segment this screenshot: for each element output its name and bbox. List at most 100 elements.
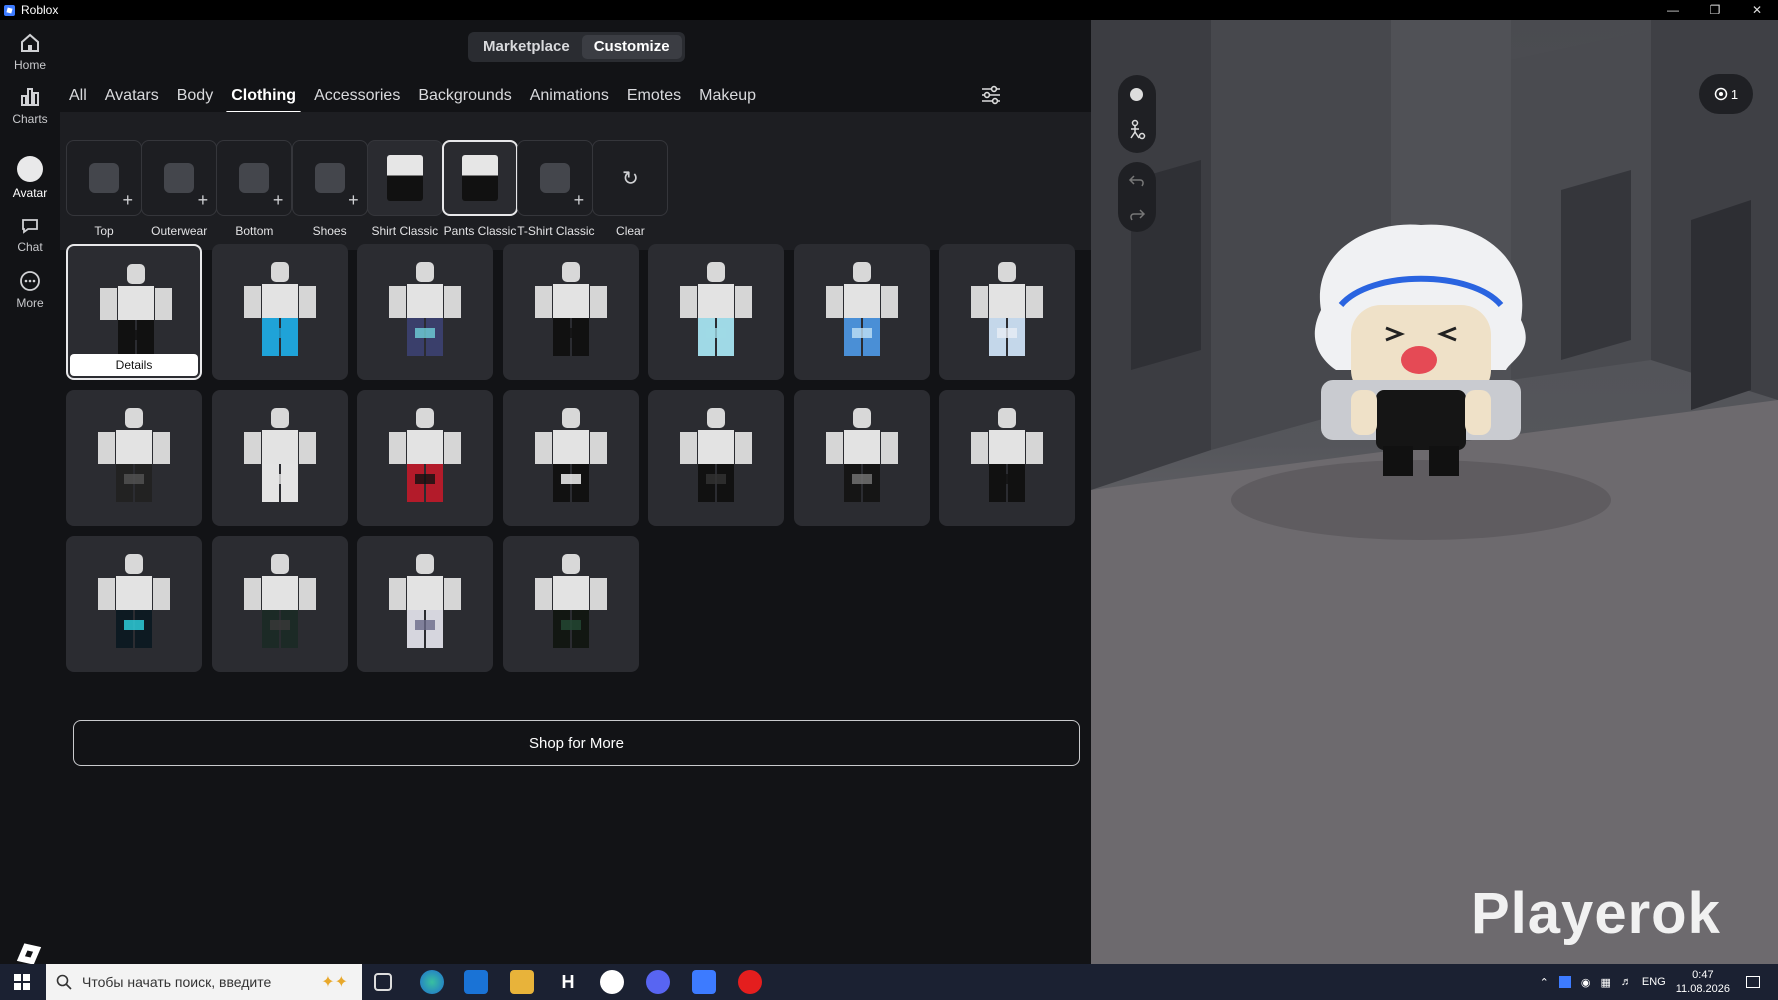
slot-t-shirt-classic[interactable]: + T-Shirt Classic bbox=[517, 140, 595, 238]
tab-emotes[interactable]: Emotes bbox=[618, 80, 690, 112]
tray-chevron-icon[interactable]: ⌃ bbox=[1540, 976, 1549, 989]
meet-now-icon[interactable]: ◉ bbox=[1581, 976, 1591, 989]
outfit-count-badge[interactable]: 1 bbox=[1699, 74, 1753, 114]
slot-box[interactable]: + bbox=[141, 140, 218, 216]
start-button[interactable] bbox=[0, 964, 44, 1000]
slot-box[interactable] bbox=[366, 140, 443, 216]
language-indicator[interactable]: ENG bbox=[1642, 976, 1666, 988]
system-tray: ⌃ ◉ ▦ ♬ ENG 0:47 11.08.2026 bbox=[1540, 964, 1778, 1000]
notifications-icon[interactable] bbox=[1746, 976, 1760, 988]
marketplace-button[interactable]: Marketplace bbox=[471, 35, 582, 59]
minimize-button[interactable]: — bbox=[1652, 0, 1694, 20]
nav-item-more[interactable]: More bbox=[0, 270, 60, 310]
taskbar-search[interactable]: Чтобы начать поиск, введите ✦✦ bbox=[46, 964, 362, 1000]
clothing-item[interactable] bbox=[502, 390, 639, 526]
clothing-item[interactable] bbox=[793, 244, 930, 380]
clothing-item[interactable] bbox=[648, 390, 784, 526]
search-icon bbox=[56, 974, 72, 990]
head-view-icon[interactable] bbox=[1130, 88, 1143, 101]
clothing-item[interactable]: Details bbox=[66, 244, 202, 380]
slot-box[interactable]: + bbox=[66, 140, 142, 216]
shop-for-more-button[interactable]: Shop for More bbox=[73, 720, 1080, 766]
edge-icon[interactable] bbox=[420, 970, 444, 994]
filter-icon[interactable] bbox=[980, 84, 1002, 106]
body-settings-icon[interactable] bbox=[1127, 119, 1147, 141]
restore-button[interactable]: ❐ bbox=[1694, 0, 1736, 20]
details-button[interactable]: Details bbox=[70, 354, 198, 376]
windows-taskbar: Чтобы начать поиск, введите ✦✦ H ⌃ ◉ ▦ ♬… bbox=[0, 964, 1778, 1000]
task-view-icon[interactable] bbox=[374, 973, 392, 991]
nav-label: More bbox=[16, 296, 44, 310]
camera-controls bbox=[1118, 75, 1156, 153]
clothing-placeholder-icon bbox=[89, 163, 119, 193]
avatar-3d-viewport[interactable]: 1 Playerok bbox=[1091, 20, 1778, 964]
steam-icon[interactable] bbox=[600, 970, 624, 994]
clothing-item[interactable] bbox=[357, 390, 493, 526]
tab-body[interactable]: Body bbox=[168, 80, 222, 112]
clock[interactable]: 0:47 11.08.2026 bbox=[1676, 968, 1730, 996]
roblox-logo-icon[interactable] bbox=[16, 943, 42, 965]
clothing-item[interactable] bbox=[939, 390, 1075, 526]
slot-top[interactable]: + Top bbox=[66, 140, 142, 238]
clothing-item[interactable] bbox=[357, 536, 493, 672]
nav-label: Charts bbox=[12, 112, 48, 126]
hinge-app-icon[interactable]: H bbox=[556, 970, 580, 994]
slot-shoes[interactable]: + Shoes bbox=[291, 140, 368, 238]
search-placeholder: Чтобы начать поиск, введите bbox=[82, 974, 272, 990]
clothing-placeholder-icon bbox=[314, 163, 345, 193]
slot-box[interactable] bbox=[442, 140, 518, 216]
add-icon: + bbox=[122, 190, 133, 210]
nav-item-charts[interactable]: Charts bbox=[0, 86, 60, 126]
tab-accessories[interactable]: Accessories bbox=[305, 80, 409, 112]
tab-makeup[interactable]: Makeup bbox=[690, 80, 765, 112]
slot-box[interactable]: + bbox=[291, 140, 368, 216]
chat-icon bbox=[22, 219, 38, 234]
nav-item-home[interactable]: Home bbox=[0, 32, 60, 72]
clothing-item[interactable] bbox=[211, 244, 348, 380]
clothing-item[interactable] bbox=[793, 390, 930, 526]
clothing-item[interactable] bbox=[357, 244, 493, 380]
network-icon[interactable]: ▦ bbox=[1601, 976, 1611, 989]
clothing-item[interactable] bbox=[648, 244, 784, 380]
close-button[interactable]: ✕ bbox=[1736, 0, 1778, 20]
slot-shirt-classic[interactable]: Shirt Classic bbox=[366, 140, 443, 238]
yandex-icon[interactable] bbox=[738, 970, 762, 994]
slot-box[interactable]: ↻ bbox=[592, 140, 669, 216]
nav-item-chat[interactable]: Chat bbox=[0, 216, 60, 254]
discord-icon[interactable] bbox=[646, 970, 670, 994]
tab-avatars[interactable]: Avatars bbox=[96, 80, 168, 112]
slot-box[interactable]: + bbox=[517, 140, 594, 216]
tab-all[interactable]: All bbox=[60, 80, 96, 112]
clothing-item[interactable] bbox=[66, 390, 202, 526]
clothing-item[interactable] bbox=[939, 244, 1075, 380]
file-explorer-icon[interactable] bbox=[510, 970, 534, 994]
tab-animations[interactable]: Animations bbox=[521, 80, 618, 112]
slot-pants-classic[interactable]: Pants Classic bbox=[442, 140, 518, 238]
clothing-item[interactable] bbox=[211, 536, 348, 672]
clothing-item[interactable] bbox=[502, 244, 639, 380]
tab-backgrounds[interactable]: Backgrounds bbox=[409, 80, 520, 112]
slot-bottom[interactable]: + Bottom bbox=[216, 140, 293, 238]
slot-box[interactable]: + bbox=[216, 140, 293, 216]
clothing-item[interactable] bbox=[66, 536, 202, 672]
undo-icon[interactable] bbox=[1128, 174, 1146, 188]
mode-switch: Marketplace Customize bbox=[468, 32, 685, 62]
clothing-item[interactable] bbox=[211, 390, 348, 526]
roblox-tray-icon[interactable] bbox=[1558, 976, 1571, 988]
add-icon: + bbox=[573, 190, 585, 210]
roblox-taskbar-icon[interactable] bbox=[692, 970, 716, 994]
volume-icon[interactable]: ♬ bbox=[1621, 976, 1632, 988]
slot-clear[interactable]: ↻ Clear bbox=[592, 140, 669, 238]
tab-clothing[interactable]: Clothing bbox=[222, 80, 305, 114]
outlook-icon[interactable] bbox=[464, 970, 488, 994]
item-thumbnail bbox=[243, 408, 316, 502]
slot-outerwear[interactable]: + Outerwear bbox=[141, 140, 218, 238]
nav-item-avatar[interactable]: Avatar bbox=[0, 156, 60, 200]
redo-icon[interactable] bbox=[1128, 208, 1146, 222]
nav-label: Avatar bbox=[12, 186, 48, 200]
clothing-placeholder-icon bbox=[239, 163, 270, 193]
clothing-placeholder-icon bbox=[164, 163, 195, 193]
clothing-item[interactable] bbox=[502, 536, 639, 672]
customize-button[interactable]: Customize bbox=[581, 35, 682, 59]
item-thumbnail bbox=[971, 262, 1043, 356]
